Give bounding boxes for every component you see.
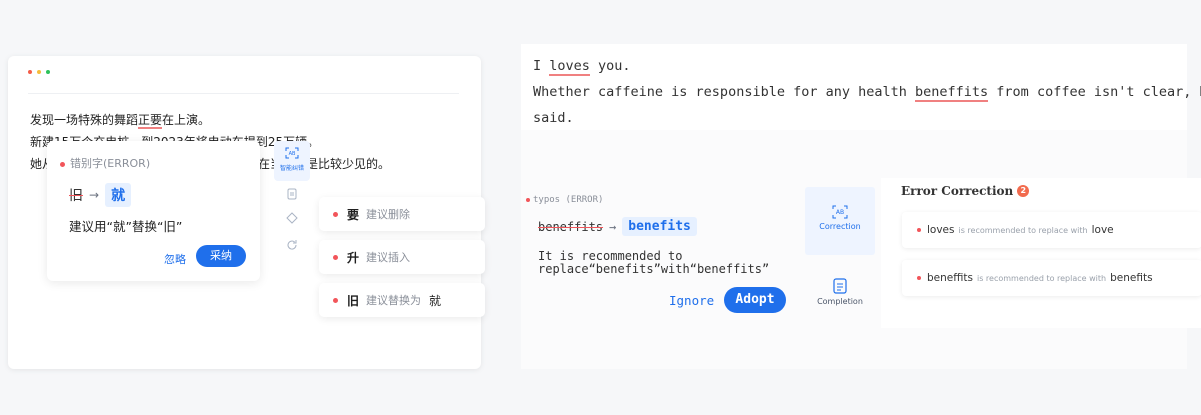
text-segment: you. [589,58,631,74]
correction-tool[interactable]: AB Correction [805,187,875,255]
correction-row: 旧 → 就 [69,183,132,207]
suggestion-word: 要 [347,207,360,222]
error-underline[interactable]: loves [549,58,590,76]
arrow-icon: → [609,219,617,234]
editor-text[interactable]: I loves you. Whether caffeine is respons… [533,53,1201,131]
refresh-icon [287,240,297,250]
error-popup-card: 错别字(ERROR) 旧 → 就 建议用“就”替换“旧” 忽略 采纳 [47,141,260,281]
correction-row: beneffits → benefits [538,217,697,236]
error-dot-icon [60,161,65,167]
correction-description: It is recommended to replace“benefits”wi… [538,249,770,276]
suggestion-word: 升 [347,250,360,265]
suggested-word[interactable]: benefits [622,217,697,236]
suggestion-replace[interactable]: 旧 建议替换为 就 [319,283,485,317]
text-segment: Whether caffeine is responsible for any … [533,84,916,100]
text-segment: from coffee isn't clear, Kao [988,84,1201,100]
document-tool[interactable] [274,188,310,203]
error-dot-icon [917,276,921,280]
minimize-dot-icon [37,70,41,74]
close-dot-icon [28,70,32,74]
scan-ab-icon: AB [285,147,299,159]
smart-correction-tool[interactable]: AB 智能纠错 [274,141,310,181]
error-heading-label: typos (ERROR) [533,195,604,205]
suggested-word[interactable]: 就 [105,183,132,207]
arrow-icon: → [89,188,100,202]
tag-tool[interactable] [274,212,310,227]
suggestion-text: 建议删除 [366,208,411,221]
correction-item[interactable]: loves is recommended to replace with lov… [902,212,1201,248]
window-controls [28,70,50,74]
correction-item[interactable]: beneffits is recommended to replace with… [902,260,1201,296]
ignore-button[interactable]: 忽略 [164,251,186,267]
ignore-button[interactable]: Ignore [669,293,714,308]
maximize-dot-icon [46,70,50,74]
document-icon [833,278,847,294]
error-dot-icon [333,211,338,217]
divider [28,93,459,94]
tag-icon [286,212,298,224]
wrong-word: beneffits [538,219,604,234]
adopt-button[interactable]: Adopt [724,287,786,313]
error-heading: 错别字(ERROR) [60,155,150,171]
error-heading-label: 错别字(ERROR) [70,157,151,170]
text-line: I loves you. [533,53,1201,79]
text-line: said. [533,110,574,126]
panel-title-label: Error Correction [901,184,1014,198]
adopt-button[interactable]: 采纳 [196,245,246,267]
error-heading: typos (ERROR) [526,195,603,205]
error-underline[interactable]: 正要 [138,113,163,129]
document-icon [287,188,297,200]
suggestion-delete[interactable]: 要 建议删除 [319,197,485,231]
suggestion-word: 旧 [347,293,360,308]
refresh-tool[interactable] [274,239,310,254]
tool-label: Correction [819,222,861,231]
suggestion-text: 建议替换为 [366,294,422,307]
error-dot-icon [917,228,921,232]
panel-title: Error Correction 2 [901,184,1030,198]
text-line: 发现一场特殊的舞蹈正要在上演。 [30,109,390,131]
text-segment: 在上演。 [162,113,211,127]
error-correction-panel: Error Correction 2 loves is recommended … [881,178,1201,328]
tool-label: Completion [817,297,863,306]
error-word: loves [927,224,955,236]
tool-label: 智能纠错 [279,165,304,172]
suggestion-replacement: 就 [429,293,442,308]
error-dot-icon [333,297,338,303]
text-line: Whether caffeine is responsible for any … [533,79,1201,105]
suggestion-insert[interactable]: 升 建议插入 [319,240,485,274]
suggestion-text: 建议插入 [366,251,411,264]
error-underline[interactable]: beneffits [915,84,989,102]
wrong-word: 旧 [69,188,83,204]
svg-text:AB: AB [289,151,296,157]
scan-ab-icon: AB [832,205,848,219]
replacement-word: benefits [1110,272,1153,284]
svg-text:AB: AB [836,209,844,216]
text-segment: I [533,58,550,74]
error-popup-card: typos (ERROR) beneffits → benefits It is… [521,191,803,331]
completion-tool[interactable]: Completion [805,270,875,320]
tool-column: AB 智能纠错 [274,141,310,281]
error-count-badge: 2 [1017,185,1030,197]
error-word: beneffits [927,272,973,284]
error-dot-icon [333,254,338,260]
text-segment: 发现一场特殊的舞蹈 [30,113,139,127]
item-description: is recommended to replace with [976,273,1107,283]
replacement-word: love [1091,224,1114,236]
error-dot-icon [526,197,530,202]
correction-description: 建议用“就”替换“旧” [69,219,183,234]
item-description: is recommended to replace with [958,225,1088,235]
